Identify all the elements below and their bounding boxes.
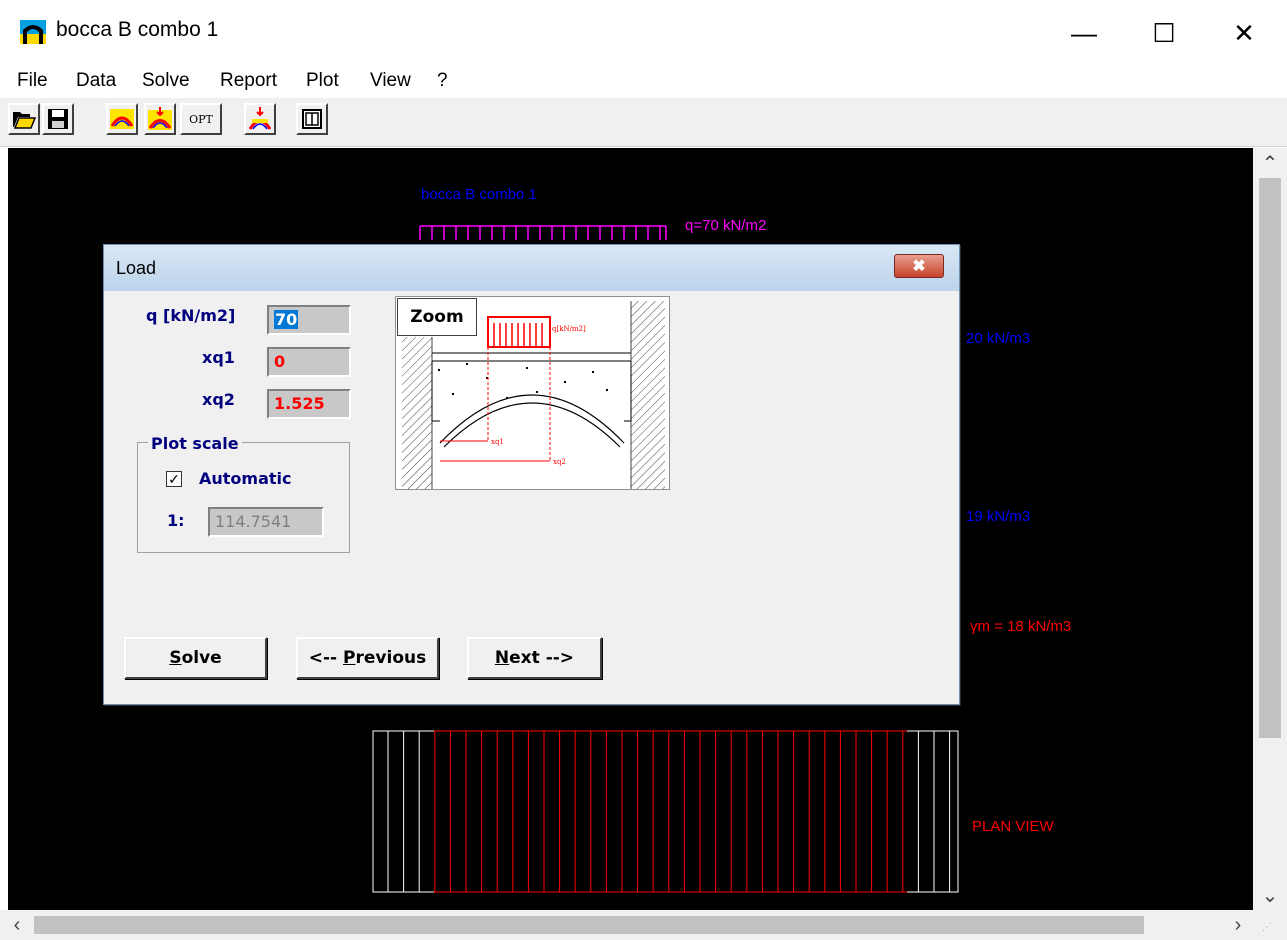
plan-outline — [372, 730, 959, 893]
window-title: bocca B combo 1 — [56, 18, 219, 41]
xq2-value: 1.525 — [274, 394, 325, 413]
title-bar: bocca B combo 1 — ☐ ✕ — [0, 0, 1287, 64]
open-button[interactable] — [8, 103, 40, 135]
solve-hotkey: S — [169, 648, 182, 668]
minimize-button[interactable]: — — [1054, 10, 1114, 56]
open-folder-icon — [13, 112, 36, 129]
menu-data[interactable]: Data — [76, 70, 116, 92]
solve-rest: olve — [181, 648, 222, 668]
load-dialog: Load ✖ q [kN/m2] 70 xq1 0 xq2 1.525 Plot… — [103, 244, 960, 705]
scale-prefix-label: 1: — [167, 511, 185, 530]
dialog-title: Load — [116, 258, 157, 278]
preview-load-tag: q[kN/m2] — [552, 325, 586, 333]
q-label: q [kN/m2] — [146, 306, 236, 325]
scroll-down-icon[interactable]: ⌄ — [1253, 880, 1287, 910]
arch-point-load-icon — [248, 107, 272, 130]
optimize-button[interactable]: OPT — [180, 103, 222, 135]
unit-weight-label-1: 20 kN/m3 — [966, 330, 1031, 347]
vertical-scrollbar[interactable]: ⌃ ⌄ — [1253, 148, 1287, 910]
vertical-scroll-thumb[interactable] — [1259, 178, 1281, 738]
load-value-label: q=70 kN/m2 — [685, 217, 767, 234]
plot-scale-label: Plot scale — [148, 434, 242, 453]
menu-bar: File Data Solve Report Plot View ? — [0, 64, 1287, 99]
unit-weight-label-2: 19 kN/m3 — [966, 508, 1031, 525]
dialog-title-bar[interactable]: Load ✖ — [104, 245, 959, 291]
resize-grip-icon[interactable]: ⋰ — [1262, 922, 1280, 938]
preview-xq1-tag: xq1 — [491, 438, 504, 446]
app-icon — [20, 20, 46, 44]
q-input[interactable]: 70 — [267, 305, 351, 335]
arch-load-button[interactable] — [144, 103, 176, 135]
window-split-icon — [302, 109, 322, 129]
toolbar: OPT — [0, 98, 1287, 147]
menu-solve[interactable]: Solve — [142, 70, 190, 92]
next-hotkey: N — [494, 648, 510, 668]
maximize-button[interactable]: ☐ — [1134, 10, 1194, 56]
view-toggle-button[interactable] — [296, 103, 328, 135]
scroll-up-icon[interactable]: ⌃ — [1253, 148, 1287, 178]
xq2-input[interactable]: 1.525 — [267, 389, 351, 419]
xq1-value: 0 — [274, 352, 286, 371]
save-button[interactable] — [42, 103, 74, 135]
xq1-label: xq1 — [202, 348, 235, 367]
scale-input: 114.7541 — [208, 507, 324, 537]
arch-button[interactable] — [106, 103, 138, 135]
close-button[interactable]: ✕ — [1214, 10, 1274, 56]
previous-hotkey: P — [343, 648, 356, 668]
horizontal-scroll-thumb[interactable] — [34, 916, 1144, 934]
scroll-left-icon[interactable]: ‹ — [0, 910, 34, 940]
previous-prefix: <-- — [308, 648, 344, 668]
previous-rest: revious — [355, 648, 427, 668]
arch-single-load-button[interactable] — [244, 103, 276, 135]
menu-help[interactable]: ? — [437, 70, 448, 92]
horizontal-scrollbar[interactable]: ‹ › ⋰ — [0, 910, 1287, 940]
automatic-checkbox[interactable]: ✓ — [166, 471, 182, 487]
floppy-disk-icon — [48, 109, 68, 129]
xq2-label: xq2 — [202, 390, 235, 409]
menu-report[interactable]: Report — [220, 70, 277, 92]
menu-plot[interactable]: Plot — [306, 70, 339, 92]
scroll-right-icon[interactable]: › — [1223, 910, 1253, 940]
dialog-close-button[interactable]: ✖ — [894, 254, 944, 278]
close-icon: ✖ — [912, 258, 926, 275]
solve-button[interactable]: Solve — [124, 637, 267, 679]
scale-value: 114.7541 — [215, 512, 292, 531]
arch-load-icon — [148, 107, 172, 130]
menu-file[interactable]: File — [17, 70, 48, 92]
plan-view-label: PLAN VIEW — [972, 818, 1054, 835]
automatic-label: Automatic — [199, 469, 292, 488]
plan-view-graphic — [372, 730, 959, 893]
preview-xq2-tag: xq2 — [553, 458, 566, 466]
next-button[interactable]: Next --> — [467, 637, 602, 679]
q-value: 70 — [274, 310, 299, 329]
menu-view[interactable]: View — [370, 70, 411, 92]
masonry-unit-weight-label: γm = 18 kN/m3 — [970, 618, 1072, 635]
arch-icon — [110, 109, 134, 129]
zoom-button[interactable]: Zoom — [397, 298, 477, 336]
next-rest: ext --> — [509, 648, 575, 668]
opt-label: OPT — [189, 112, 213, 126]
previous-button[interactable]: <-- Previous — [296, 637, 439, 679]
distributed-load-graphic — [419, 225, 667, 240]
xq1-input[interactable]: 0 — [267, 347, 351, 377]
plot-title: bocca B combo 1 — [421, 186, 537, 203]
load-bar-lines — [419, 225, 667, 240]
